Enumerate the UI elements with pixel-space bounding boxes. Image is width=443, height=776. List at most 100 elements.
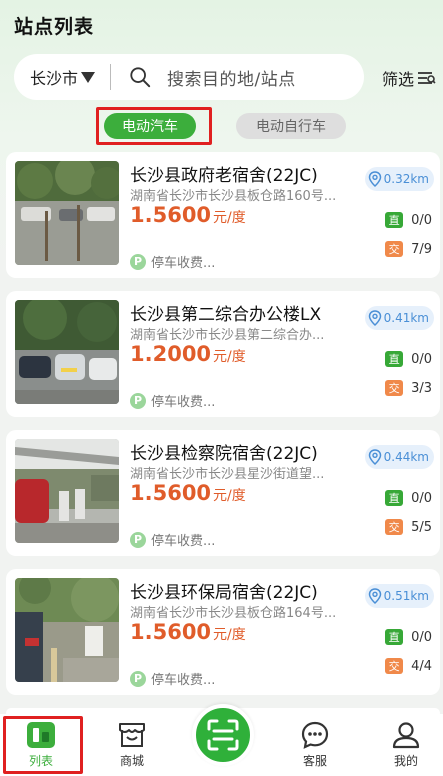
location-pin-icon [368,449,381,465]
vehicle-tabs: 电动汽车 电动自行车 [0,111,443,143]
station-card[interactable]: 长沙县环保局宿舍(22JC) 湖南省长沙市长沙县板仓路164号... 1.560… [6,569,440,695]
search-box[interactable]: 长沙市 搜索目的地/站点 [14,54,364,100]
direct-charger-count: 直 0/0 [385,629,432,645]
ac-badge: 交 [385,658,404,674]
station-name: 长沙县检察院宿舍(22JC) [130,444,318,464]
highlight-box [3,716,83,774]
parking-label: 停车收费... [151,673,216,688]
parking-info: P 停车收费... [130,252,215,271]
station-photo [15,439,119,543]
direct-badge: 直 [385,490,404,506]
distance-value: 0.51km [383,589,429,603]
shop-icon [119,723,145,747]
direct-value: 0/0 [411,629,432,645]
tab-electric-bike[interactable]: 电动自行车 [236,113,346,139]
ac-value: 7/9 [411,241,432,257]
filter-button[interactable]: 筛选 [382,66,436,90]
direct-charger-count: 直 0/0 [385,212,432,228]
station-photo [15,161,119,265]
station-name: 长沙县第二综合办公楼LX [130,305,322,325]
price-value: 1.5600 [130,481,212,505]
nav-shop[interactable]: 商城 [102,720,162,769]
ac-value: 4/4 [411,658,432,674]
station-photo [15,300,119,404]
direct-badge: 直 [385,212,404,228]
nav-label: 我的 [393,754,418,768]
divider [110,64,111,90]
station-card[interactable]: 长沙县第二综合办公楼LX 湖南省长沙市长沙县第二综合办... 1.2000 元/度… [6,291,440,417]
search-input[interactable]: 搜索目的地/站点 [167,65,296,90]
nav-label: 客服 [302,754,327,768]
scan-icon [207,719,239,751]
parking-icon: P [130,253,146,270]
ac-badge: 交 [385,380,404,396]
filter-label: 筛选 [381,70,414,89]
user-icon [392,722,420,749]
caret-down-icon [81,71,96,83]
station-photo [15,578,119,682]
distance-badge: 0.51km [364,584,434,608]
station-price: 1.5600 元/度 [130,481,246,505]
price-unit: 元/度 [213,627,246,643]
location-pin-icon [368,310,381,326]
station-price: 1.5600 元/度 [130,620,246,644]
parking-icon: P [130,392,146,409]
station-name: 长沙县政府老宿舍(22JC) [130,166,318,186]
parking-label: 停车收费... [151,395,216,410]
distance-value: 0.32km [383,172,429,186]
direct-value: 0/0 [411,490,432,506]
nav-profile[interactable]: 我的 [376,720,436,769]
direct-value: 0/0 [411,212,432,228]
nav-service[interactable]: 客服 [285,720,345,769]
direct-value: 0/0 [411,351,432,367]
ac-badge: 交 [385,519,404,535]
price-value: 1.5600 [130,203,212,227]
location-pin-icon [368,171,381,187]
parking-label: 停车收费... [151,256,216,271]
price-value: 1.5600 [130,620,212,644]
search-row: 长沙市 搜索目的地/站点 筛选 [14,54,436,100]
parking-label: 停车收费... [151,534,216,549]
station-card[interactable]: 长沙县检察院宿舍(22JC) 湖南省长沙市长沙县星沙街道望... 1.5600 元… [6,430,440,556]
parking-info: P 停车收费... [130,530,215,549]
ac-charger-count: 交 7/9 [385,241,432,257]
parking-icon: P [130,670,146,687]
parking-info: P 停车收费... [130,669,215,688]
price-unit: 元/度 [213,488,246,504]
station-price: 1.2000 元/度 [130,342,246,366]
ac-charger-count: 交 5/5 [385,519,432,535]
city-selector[interactable]: 长沙市 [14,65,110,89]
distance-badge: 0.44km [364,445,434,469]
price-unit: 元/度 [213,349,246,365]
station-name: 长沙县环保局宿舍(22JC) [130,583,318,603]
chat-icon [301,721,329,749]
parking-icon: P [130,531,146,548]
distance-badge: 0.41km [364,306,434,330]
ac-value: 3/3 [411,380,432,396]
direct-charger-count: 直 0/0 [385,351,432,367]
station-address: 湖南省长沙市长沙县板仓路164号... [130,606,337,621]
price-value: 1.2000 [130,342,212,366]
direct-charger-count: 直 0/0 [385,490,432,506]
scan-button[interactable] [192,704,254,766]
distance-badge: 0.32km [364,167,434,191]
distance-value: 0.44km [383,450,429,464]
filter-icon [418,72,436,84]
ac-value: 5/5 [411,519,432,535]
ac-charger-count: 交 3/3 [385,380,432,396]
station-address: 湖南省长沙市长沙县板仓路160号... [130,189,337,204]
page-title: 站点列表 [14,16,95,38]
location-pin-icon [368,588,381,604]
nav-label: 商城 [119,754,144,768]
station-address: 湖南省长沙市长沙县第二综合办... [130,328,325,343]
direct-badge: 直 [385,351,404,367]
station-address: 湖南省长沙市长沙县星沙街道望... [130,467,325,482]
parking-info: P 停车收费... [130,391,215,410]
station-price: 1.5600 元/度 [130,203,246,227]
station-card[interactable]: 长沙县政府老宿舍(22JC) 湖南省长沙市长沙县板仓路160号... 1.560… [6,152,440,278]
direct-badge: 直 [385,629,404,645]
highlight-box [96,107,212,145]
city-label: 长沙市 [30,69,79,88]
price-unit: 元/度 [213,210,246,226]
ac-charger-count: 交 4/4 [385,658,432,674]
